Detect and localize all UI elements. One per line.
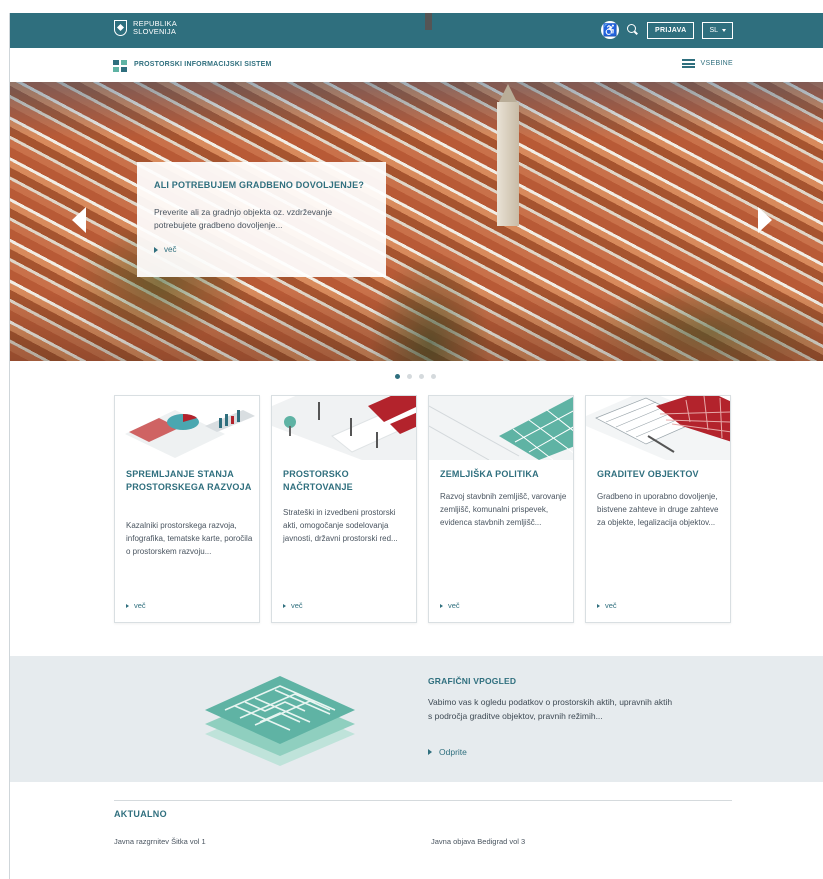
site-header: PROSTORSKI INFORMACIJSKI SISTEM VSEBINE [10,48,823,82]
carousel-dot[interactable] [395,374,400,379]
page-frame: Republika Slovenija ♿ PRIJAVA SL PROSTOR… [9,13,823,879]
news-item[interactable]: Javna objava Bedigrad vol 3 [431,837,525,846]
card-text: Strateški in izvedbeni prostorski akti, … [283,508,398,543]
top-bar: Republika Slovenija ♿ PRIJAVA SL [10,13,823,48]
carousel-dot[interactable] [431,374,436,379]
hero-more-label: več [164,245,177,254]
card-text: Gradbeno in uporabno dovoljenje, bistven… [597,492,719,527]
hero-more-link[interactable]: več [154,245,369,254]
card-prostorsko-nacrtovanje[interactable]: PROSTORSKO NAČRTOVANJE Strateški in izve… [271,395,417,623]
card-more-link[interactable]: več [440,601,460,610]
land-plots-illustration-icon [429,396,573,460]
card-title: PROSTORSKO NAČRTOVANJE [283,469,353,492]
gov-brand[interactable]: Republika Slovenija [114,20,177,36]
card-zemljiska-politika[interactable]: ZEMLJIŠKA POLITIKA Razvoj stavbnih zemlj… [428,395,574,623]
street-illustration-icon [272,396,416,460]
news-title: AKTUALNO [114,809,167,819]
triangle-right-icon [597,603,600,608]
card-title: ZEMLJIŠKA POLITIKA [440,469,539,479]
top-tab-marker [425,13,432,30]
triangle-right-icon [154,246,158,253]
brand-text: Republika Slovenija [133,20,177,36]
open-graphic-view-link[interactable]: Odprite [428,747,467,757]
card-more-link[interactable]: več [126,601,146,610]
card-title: GRADITEV OBJEKTOV [597,469,699,479]
brand-line-2: Slovenija [133,27,177,36]
card-graditev-objektov[interactable]: GRADITEV OBJEKTOV Gradbeno in uporabno d… [585,395,731,623]
triangle-right-icon [440,603,443,608]
card-more-label: več [605,601,617,610]
map-layers-illustration-icon [195,662,365,782]
search-icon[interactable] [627,24,639,36]
hero-carousel: ALI POTREBUJEM GRADBENO DOVOLJENJE? Prev… [10,82,823,361]
card-text: Razvoj stavbnih zemljišč, varovanje zeml… [440,492,567,527]
language-selector[interactable]: SL [702,21,733,39]
bell-tower [497,84,519,226]
card-text: Kazalniki prostorskega razvoja, infograf… [126,521,253,556]
login-button[interactable]: PRIJAVA [647,21,695,39]
band-more-label: Odprite [439,747,467,757]
accessibility-icon[interactable]: ♿ [601,21,620,39]
triangle-right-icon [283,603,286,608]
band-title: GRAFIČNI VPOGLED [428,676,517,686]
hamburger-icon [681,59,695,68]
hero-card: ALI POTREBUJEM GRADBENO DOVOLJENJE? Prev… [137,162,386,277]
brick-wall-illustration-icon [586,396,730,460]
card-more-link[interactable]: več [597,601,617,610]
card-spremljanje[interactable]: SPREMLJANJE STANJA PROSTORSKEGA RAZVOJA … [114,395,260,623]
menu-label: VSEBINE [700,60,733,67]
carousel-dot[interactable] [419,374,424,379]
hero-title: ALI POTREBUJEM GRADBENO DOVOLJENJE? [154,180,365,190]
hero-image [10,82,823,361]
card-more-link[interactable]: več [283,601,303,610]
triangle-right-icon [428,749,432,755]
news-divider [114,800,732,801]
carousel-dots [395,374,436,379]
carousel-prev-icon[interactable] [72,207,86,233]
card-title: SPREMLJANJE STANJA PROSTORSKEGA RAZVOJA [126,469,252,492]
triangle-right-icon [126,603,129,608]
band-text: Vabimo vas k ogledu podatkov o prostorsk… [428,697,673,721]
topic-cards: SPREMLJANJE STANJA PROSTORSKEGA RAZVOJA … [114,395,731,623]
coat-of-arms-icon [114,20,127,36]
chevron-down-icon [722,28,726,32]
card-more-label: več [134,601,146,610]
news-item[interactable]: Javna razgrnitev Šitka vol 1 [114,837,206,846]
carousel-dot[interactable] [407,374,412,379]
hero-text: Preverite ali za gradnjo objekta oz. vzd… [154,207,333,230]
pis-logo-icon[interactable] [113,60,128,72]
carousel-next-icon[interactable] [758,207,772,233]
content-menu-button[interactable]: VSEBINE [681,59,733,68]
card-more-label: več [448,601,460,610]
chart-illustration-icon [115,396,259,460]
graphic-view-section: GRAFIČNI VPOGLED Vabimo vas k ogledu pod… [10,656,823,782]
card-more-label: več [291,601,303,610]
site-title[interactable]: PROSTORSKI INFORMACIJSKI SISTEM [134,61,272,68]
language-value: SL [709,26,718,34]
top-bar-actions: ♿ PRIJAVA SL [601,21,733,39]
